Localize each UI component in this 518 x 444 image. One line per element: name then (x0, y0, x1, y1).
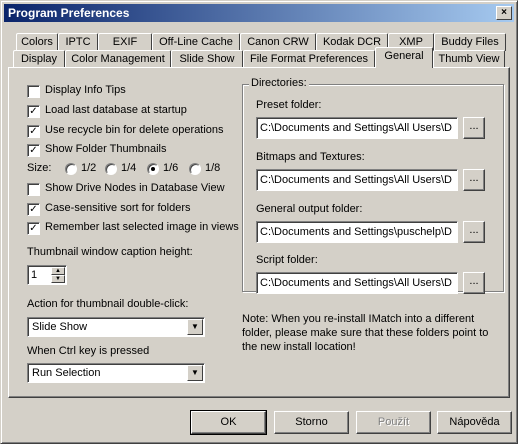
tab-canon-crw[interactable]: Canon CRW (240, 33, 316, 51)
output-folder-input[interactable]: C:\Documents and Settings\puschelp\D (256, 221, 458, 243)
spin-down-icon[interactable]: ▼ (51, 275, 65, 283)
check-icon: ✓ (27, 105, 40, 118)
check-icon: ✓ (27, 125, 40, 138)
directories-legend: Directories: (249, 77, 309, 89)
check-icon: ✓ (27, 144, 40, 157)
directories-group: Directories: Preset folder: C:\Documents… (242, 77, 504, 294)
checkbox-box (27, 183, 40, 196)
general-tab-panel: Display Info Tips ✓ Load last database a… (8, 67, 510, 398)
tab-buddy-files[interactable]: Buddy Files (434, 33, 506, 51)
reinstall-note: Note: When you re-install IMatch into a … (242, 313, 489, 353)
bitmaps-folder-input[interactable]: C:\Documents and Settings\All Users\D (256, 169, 458, 191)
chevron-down-icon[interactable]: ▼ (187, 319, 203, 335)
check-icon: ✓ (27, 222, 40, 235)
tab-file-format-preferences[interactable]: File Format Preferences (243, 50, 375, 68)
script-folder-input[interactable]: C:\Documents and Settings\All Users\D (256, 272, 458, 294)
tab-slide-show[interactable]: Slide Show (171, 50, 243, 68)
double-click-label: Action for thumbnail double-click: (27, 298, 189, 310)
preset-folder-input[interactable]: C:\Documents and Settings\All Users\D (256, 117, 458, 139)
ctrl-key-action-dropdown[interactable]: Run Selection ▼ (27, 363, 205, 383)
output-folder-browse-button[interactable]: ... (463, 221, 485, 243)
tab-offline-cache[interactable]: Off-Line Cache (152, 33, 240, 51)
tab-thumb-view[interactable]: Thumb View (433, 50, 505, 68)
cancel-button[interactable]: Storno (274, 411, 349, 434)
tab-color-management[interactable]: Color Management (65, 50, 171, 68)
tab-iptc[interactable]: IPTC (58, 33, 98, 51)
spin-up-icon[interactable]: ▲ (51, 267, 65, 275)
tab-general[interactable]: General (375, 47, 433, 68)
title-bar[interactable]: Program Preferences × (4, 4, 514, 22)
bitmaps-folder-label: Bitmaps and Textures: (256, 151, 365, 163)
apply-button[interactable]: Použít (356, 411, 431, 434)
caption-height-label: Thumbnail window caption height: (27, 246, 193, 258)
close-icon: × (501, 7, 507, 18)
output-folder-label: General output folder: (256, 203, 363, 215)
ctrl-key-label: When Ctrl key is pressed (27, 345, 150, 357)
bitmaps-folder-browse-button[interactable]: ... (463, 169, 485, 191)
caption-height-spinner[interactable]: 1 ▲ ▼ (27, 265, 67, 285)
preferences-dialog: Program Preferences × Colors IPTC EXIF O… (0, 0, 518, 444)
tab-display[interactable]: Display (13, 50, 65, 68)
script-folder-browse-button[interactable]: ... (463, 272, 485, 294)
tab-exif[interactable]: EXIF (98, 33, 152, 51)
tab-colors[interactable]: Colors (16, 33, 58, 51)
close-button[interactable]: × (496, 6, 512, 20)
check-icon: ✓ (27, 203, 40, 216)
size-label: Size: (27, 162, 52, 174)
preset-folder-label: Preset folder: (256, 99, 322, 111)
window-title: Program Preferences (8, 6, 130, 20)
ok-button[interactable]: OK (190, 410, 267, 435)
caption-height-value: 1 (31, 269, 38, 281)
help-button[interactable]: Nápověda (437, 411, 512, 434)
chevron-down-icon[interactable]: ▼ (187, 365, 203, 381)
preset-folder-browse-button[interactable]: ... (463, 117, 485, 139)
double-click-action-dropdown[interactable]: Slide Show ▼ (27, 317, 205, 337)
script-folder-label: Script folder: (256, 254, 318, 266)
checkbox-box (27, 85, 40, 98)
